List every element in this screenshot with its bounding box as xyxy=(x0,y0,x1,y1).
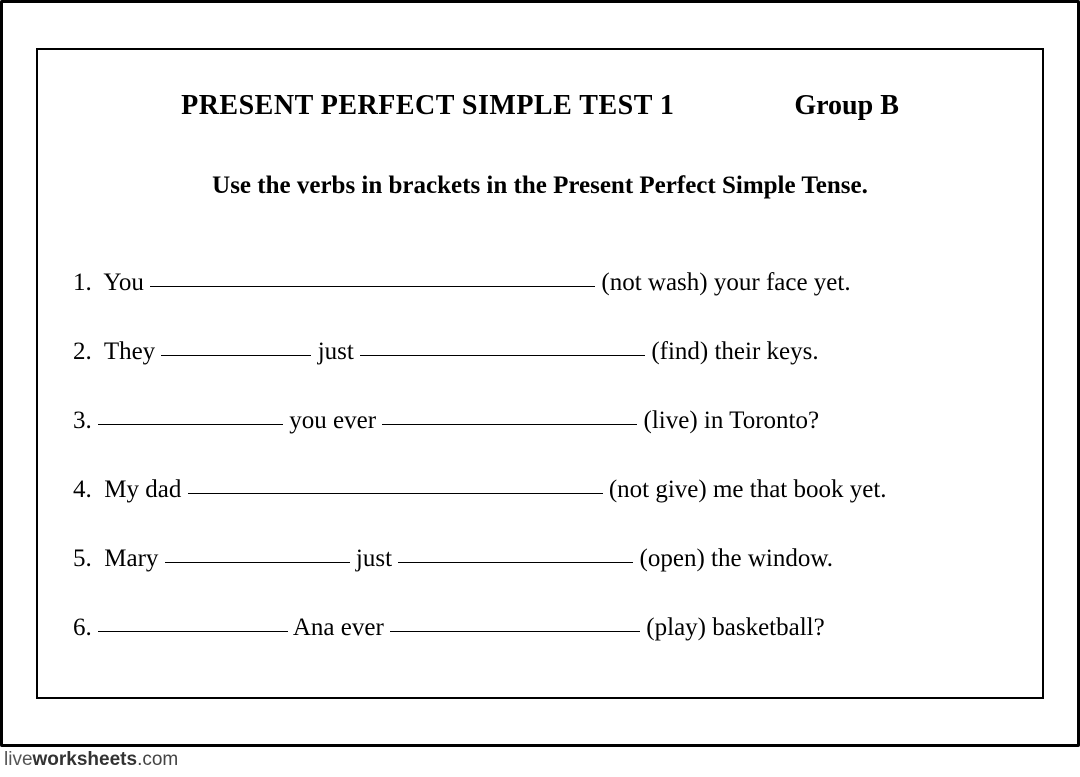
footer-part3: .com xyxy=(137,749,178,770)
question-hint: (find) their keys. xyxy=(651,338,818,365)
outer-border: PRESENT PERFECT SIMPLE TEST 1 Group B Us… xyxy=(0,0,1080,747)
footer-part1: live xyxy=(4,749,33,770)
question-pretext: You xyxy=(103,269,144,296)
question-2: 2. They just (find) their keys. xyxy=(73,334,1022,369)
question-number: 6. xyxy=(73,614,92,641)
question-number: 2. xyxy=(73,338,92,365)
question-4: 4. My dad (not give) me that book yet. xyxy=(73,472,1022,507)
question-number: 3. xyxy=(73,407,92,434)
blank-input[interactable] xyxy=(188,493,603,494)
blank-input[interactable] xyxy=(390,631,640,632)
question-hint: (not wash) your face yet. xyxy=(601,269,850,296)
worksheet-box: PRESENT PERFECT SIMPLE TEST 1 Group B Us… xyxy=(36,48,1044,699)
blank-input[interactable] xyxy=(382,424,637,425)
question-midtext: just xyxy=(356,545,392,572)
blank-input[interactable] xyxy=(150,286,595,287)
footer-watermark: liveworksheets.com xyxy=(4,749,178,771)
question-pretext: Mary xyxy=(104,545,158,572)
question-5: 5. Mary just (open) the window. xyxy=(73,541,1022,576)
questions-list: 1. You (not wash) your face yet. 2. They… xyxy=(58,265,1022,645)
instruction-text: Use the verbs in brackets in the Present… xyxy=(58,172,1022,200)
blank-input[interactable] xyxy=(360,355,645,356)
question-number: 4. xyxy=(73,476,92,503)
blank-input[interactable] xyxy=(161,355,311,356)
footer-part2: worksheets xyxy=(33,749,138,770)
question-midtext: just xyxy=(318,338,354,365)
question-1: 1. You (not wash) your face yet. xyxy=(73,265,1022,300)
question-number: 1. xyxy=(73,269,92,296)
worksheet-group: Group B xyxy=(794,90,899,122)
question-3: 3. you ever (live) in Toronto? xyxy=(73,403,1022,438)
blank-input[interactable] xyxy=(98,631,288,632)
question-6: 6. Ana ever (play) basketball? xyxy=(73,610,1022,645)
question-midtext: Ana ever xyxy=(293,614,384,641)
blank-input[interactable] xyxy=(165,562,350,563)
question-midtext: you ever xyxy=(289,407,376,434)
question-hint: (live) in Toronto? xyxy=(644,407,820,434)
header-row: PRESENT PERFECT SIMPLE TEST 1 Group B xyxy=(58,90,1022,122)
blank-input[interactable] xyxy=(98,424,283,425)
blank-input[interactable] xyxy=(398,562,633,563)
question-pretext: My dad xyxy=(104,476,181,503)
worksheet-title: PRESENT PERFECT SIMPLE TEST 1 xyxy=(181,90,674,122)
question-hint: (not give) me that book yet. xyxy=(609,476,887,503)
question-pretext: They xyxy=(104,338,155,365)
question-hint: (play) basketball? xyxy=(646,614,824,641)
question-number: 5. xyxy=(73,545,92,572)
question-hint: (open) the window. xyxy=(640,545,833,572)
